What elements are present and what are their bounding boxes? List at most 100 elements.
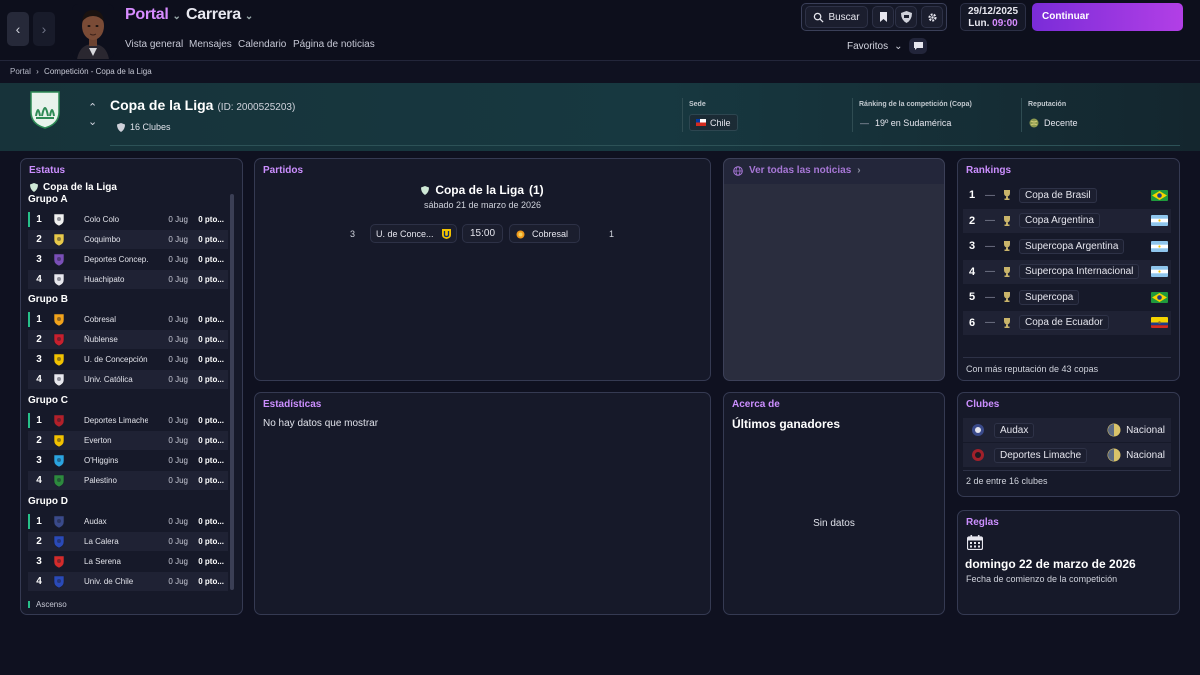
- team-name: Palestino: [84, 476, 117, 485]
- table-row[interactable]: 1 Colo Colo 0 Jug 0 pto...: [28, 210, 228, 229]
- played-count: 0 Jug: [168, 335, 188, 344]
- row-position: 4: [36, 374, 42, 385]
- ranking-number: 2: [968, 214, 976, 227]
- ranking-row[interactable]: 1 — Copa de Brasil: [963, 183, 1171, 207]
- chevron-up-icon[interactable]: ⌃: [88, 101, 97, 114]
- table-row[interactable]: 4 Palestino 0 Jug 0 pto...: [28, 471, 228, 490]
- nav-vista-general[interactable]: Vista general: [125, 39, 183, 50]
- club-crest-button[interactable]: [895, 6, 917, 28]
- scrollbar[interactable]: [230, 194, 234, 590]
- played-count: 0 Jug: [168, 577, 188, 586]
- table-row[interactable]: 1 Cobresal 0 Jug 0 pto...: [28, 310, 228, 329]
- nav-calendario[interactable]: Calendario: [238, 39, 286, 50]
- table-row[interactable]: 1 Audax 0 Jug 0 pto...: [28, 512, 228, 531]
- chat-button[interactable]: [909, 38, 927, 54]
- sede-label: Sede: [689, 101, 706, 108]
- club-row[interactable]: Deportes Limache Nacional: [963, 443, 1171, 467]
- chevron-right-icon: ›: [36, 67, 39, 76]
- ranking-row[interactable]: 2 — Copa Argentina: [963, 208, 1171, 233]
- table-row[interactable]: 2 Everton 0 Jug 0 pto...: [28, 431, 228, 450]
- nav-pagina-noticias[interactable]: Página de noticias: [293, 39, 375, 50]
- ranking-row[interactable]: 6 — Copa de Ecuador: [963, 310, 1171, 335]
- ranking-dash: —: [985, 266, 995, 277]
- clubs-count[interactable]: 16 Clubes: [117, 122, 171, 132]
- rankings-title: Rankings: [966, 165, 1012, 176]
- match-time[interactable]: 15:00: [462, 224, 503, 243]
- competition-header: [0, 83, 1200, 151]
- acerca-title: Acerca de: [732, 399, 780, 410]
- row-position: 1: [36, 516, 42, 527]
- brazil-flag-icon: [1151, 189, 1168, 201]
- table-row[interactable]: 1 Deportes Limache 0 Jug 0 pto...: [28, 411, 228, 430]
- table-row[interactable]: 3 Deportes Concep... 0 Jug 0 pto...: [28, 250, 228, 269]
- group-title: Grupo A: [28, 194, 68, 205]
- search-button[interactable]: Buscar: [805, 6, 868, 28]
- points: 0 pto...: [198, 275, 224, 284]
- home-team[interactable]: U. de Conce...: [370, 224, 457, 243]
- manager-avatar[interactable]: [72, 4, 114, 59]
- ver-noticias-link[interactable]: Ver todas las noticias ›: [733, 165, 861, 176]
- scrollbar-thumb[interactable]: [230, 194, 234, 590]
- favoritos-menu[interactable]: Favoritos ⌄: [847, 41, 903, 52]
- away-team[interactable]: Cobresal: [509, 224, 580, 243]
- table-row[interactable]: 3 O'Higgins 0 Jug 0 pto...: [28, 451, 228, 470]
- continue-button[interactable]: Continuar: [1032, 3, 1183, 31]
- row-position: 2: [36, 334, 42, 345]
- points: 0 pto...: [198, 557, 224, 566]
- team-name: La Serena: [84, 557, 121, 566]
- table-row[interactable]: 3 La Serena 0 Jug 0 pto...: [28, 552, 228, 571]
- competition-name: Supercopa Internacional: [1019, 264, 1140, 279]
- search-icon: [814, 12, 824, 23]
- table-row[interactable]: 2 Coquimbo 0 Jug 0 pto...: [28, 230, 228, 249]
- clubes-title: Clubes: [966, 399, 1000, 410]
- team-name: U. de Concepción: [84, 355, 148, 364]
- table-row[interactable]: 2 La Calera 0 Jug 0 pto...: [28, 532, 228, 551]
- breadcrumb-root[interactable]: Portal: [10, 67, 31, 76]
- table-row[interactable]: 3 U. de Concepción 0 Jug 0 pto...: [28, 350, 228, 369]
- ver-noticias-label: Ver todas las noticias: [749, 165, 852, 176]
- portal-menu[interactable]: Portal ⌄: [125, 6, 181, 24]
- settings-button[interactable]: [921, 6, 943, 28]
- competition-name: Copa de Brasil: [1019, 187, 1097, 203]
- club-row[interactable]: Audax Nacional: [963, 418, 1171, 442]
- cup-logo-icon: [999, 266, 1015, 278]
- group-title: Grupo B: [28, 294, 68, 305]
- played-count: 0 Jug: [168, 476, 188, 485]
- carrera-menu[interactable]: Carrera ⌄: [186, 6, 253, 24]
- partidos-comp-name: Copa de la Liga: [435, 183, 524, 197]
- row-position: 1: [36, 314, 42, 325]
- carrera-label: Carrera: [186, 6, 241, 23]
- table-row[interactable]: 4 Univ. Católica 0 Jug 0 pto...: [28, 370, 228, 389]
- date-display[interactable]: 29/12/2025 Lun. 09:00: [960, 3, 1026, 31]
- table-row[interactable]: 2 Ñublense 0 Jug 0 pto...: [28, 330, 228, 349]
- bookmark-button[interactable]: [872, 6, 894, 28]
- played-count: 0 Jug: [168, 215, 188, 224]
- udec-crest-icon: [442, 228, 451, 239]
- competition-icon: [30, 183, 38, 192]
- played-count: 0 Jug: [168, 375, 188, 384]
- chevron-down-icon[interactable]: ⌄: [88, 115, 97, 128]
- ranking-number: 1: [968, 189, 976, 201]
- table-row[interactable]: 4 Univ. de Chile 0 Jug 0 pto...: [28, 572, 228, 591]
- back-button[interactable]: ‹: [7, 12, 29, 46]
- ranking-value: — 19º en Sudamérica: [860, 114, 951, 131]
- home-position: 3: [350, 229, 356, 239]
- team-name: Deportes Concep...: [84, 255, 148, 264]
- reputation-value: Decente: [1029, 114, 1078, 131]
- points: 0 pto...: [198, 375, 224, 384]
- sede-value[interactable]: Chile: [689, 114, 738, 131]
- team-crest-icon: [50, 454, 68, 467]
- nav-mensajes[interactable]: Mensajes: [189, 39, 232, 50]
- forward-button[interactable]: ›: [33, 12, 55, 46]
- estatus-competition[interactable]: Copa de la Liga: [30, 182, 117, 193]
- ranking-row[interactable]: 5 — Supercopa: [963, 285, 1171, 309]
- team-name: Cobresal: [84, 315, 117, 324]
- ultimos-ganadores-title: Últimos ganadores: [732, 417, 841, 431]
- competition-logo: [28, 90, 62, 130]
- team-crest-icon: [50, 253, 68, 266]
- day-text: Lun.: [968, 18, 990, 29]
- ranking-row[interactable]: 4 — Supercopa Internacional: [963, 259, 1171, 284]
- ranking-row[interactable]: 3 — Supercopa Argentina: [963, 234, 1171, 258]
- cup-logo-icon: [999, 240, 1015, 252]
- table-row[interactable]: 4 Huachipato 0 Jug 0 pto...: [28, 270, 228, 289]
